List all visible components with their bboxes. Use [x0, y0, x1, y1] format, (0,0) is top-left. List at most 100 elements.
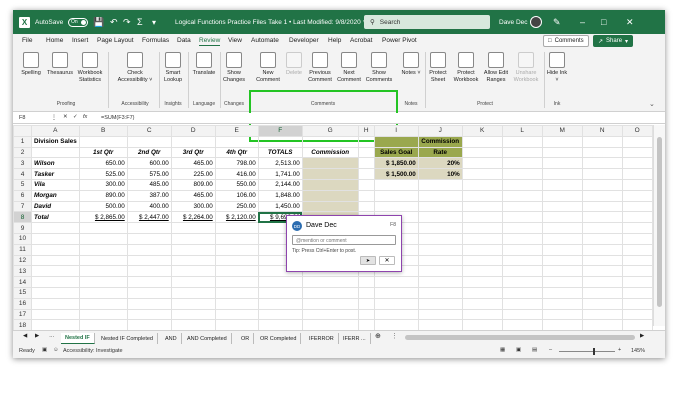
cell-j5[interactable] — [417, 178, 463, 191]
comment-input[interactable]: @mention or comment — [292, 235, 396, 245]
cell-e13[interactable] — [214, 265, 259, 278]
cell-m9[interactable] — [541, 222, 583, 234]
cell-n11[interactable] — [581, 243, 623, 256]
cell-b6[interactable]: 890.00 — [78, 189, 128, 202]
row-header[interactable]: 8 — [13, 211, 32, 224]
cell-j13[interactable] — [417, 265, 463, 278]
cell-b2[interactable]: 1st Qtr — [78, 146, 128, 159]
protect-sheet-button[interactable]: Protect Sheet — [426, 52, 450, 83]
cell-a7[interactable]: David — [31, 200, 80, 213]
cell-m5[interactable] — [541, 178, 583, 191]
cell-k1[interactable] — [461, 135, 503, 148]
customize-qat-icon[interactable]: ▾ — [152, 10, 156, 34]
cancel-icon[interactable]: ✕ — [63, 114, 68, 120]
cell-n14[interactable] — [581, 276, 623, 288]
show-changes-button[interactable]: Show Changes — [221, 52, 247, 83]
document-title[interactable]: Logical Functions Practice Files Take 1 … — [175, 18, 367, 26]
cell-e11[interactable] — [214, 243, 259, 256]
cell-a14[interactable] — [31, 276, 80, 288]
cell-n17[interactable] — [581, 308, 623, 321]
cell-l5[interactable] — [501, 178, 543, 191]
cell-g7[interactable] — [301, 200, 359, 213]
previous-comment-button[interactable]: Previous Comment — [306, 52, 334, 83]
cell-g1[interactable] — [301, 135, 359, 148]
cell-m3[interactable] — [541, 157, 583, 170]
cell-j17[interactable] — [417, 308, 463, 321]
cell-o12[interactable] — [621, 254, 653, 267]
autosum-icon[interactable]: Σ — [137, 10, 143, 34]
cell-i7[interactable] — [373, 200, 419, 213]
macro-recorder-icon[interactable]: ▣ — [42, 347, 47, 353]
cell-i4[interactable]: $ 1,500.00 — [373, 168, 419, 180]
cell-a5[interactable]: Vila — [31, 178, 80, 191]
cell-c1[interactable] — [126, 135, 172, 148]
cell-o17[interactable] — [621, 308, 653, 321]
enter-icon[interactable]: ✓ — [73, 114, 78, 120]
cell-e17[interactable] — [214, 308, 259, 321]
cell-n2[interactable] — [581, 146, 623, 159]
cell-h14[interactable] — [357, 276, 375, 288]
scroll-right-icon[interactable]: ▶ — [640, 333, 644, 339]
tab-view[interactable]: View — [228, 37, 242, 44]
minimize-icon[interactable]: – — [580, 10, 585, 34]
column-header-i[interactable]: I — [373, 125, 419, 137]
cell-f16[interactable] — [257, 297, 303, 310]
cell-i17[interactable] — [373, 308, 419, 321]
cell-d13[interactable] — [170, 265, 216, 278]
cell-l15[interactable] — [501, 286, 543, 299]
cell-n8[interactable] — [581, 211, 623, 224]
cell-m2[interactable] — [541, 146, 583, 159]
column-header-k[interactable]: K — [461, 125, 503, 137]
tab-automate[interactable]: Automate — [251, 37, 279, 44]
cell-o16[interactable] — [621, 297, 653, 310]
select-all-corner[interactable] — [13, 125, 32, 137]
cell-j15[interactable] — [417, 286, 463, 299]
new-comment-button[interactable]: New Comment — [253, 52, 283, 83]
tab-acrobat[interactable]: Acrobat — [350, 37, 372, 44]
redo-icon[interactable]: ↷ — [123, 10, 131, 34]
cell-c9[interactable] — [126, 222, 172, 234]
cell-c16[interactable] — [126, 297, 172, 310]
cell-b17[interactable] — [78, 308, 128, 321]
allow-edit-ranges-button[interactable]: Allow Edit Ranges — [481, 52, 511, 83]
cell-d1[interactable] — [170, 135, 216, 148]
cell-l3[interactable] — [501, 157, 543, 170]
cell-h16[interactable] — [357, 297, 375, 310]
cell-g16[interactable] — [301, 297, 359, 310]
row-header[interactable]: 3 — [13, 157, 32, 170]
cell-a4[interactable]: Tasker — [31, 168, 80, 180]
cell-c2[interactable]: 2nd Qtr — [126, 146, 172, 159]
cell-b11[interactable] — [78, 243, 128, 256]
cell-k3[interactable] — [461, 157, 503, 170]
add-sheet-icon[interactable]: ⊕ — [375, 332, 381, 340]
restore-icon[interactable]: □ — [601, 10, 606, 34]
cell-i16[interactable] — [373, 297, 419, 310]
cell-n1[interactable] — [581, 135, 623, 148]
tab-power-pivot[interactable]: Power Pivot — [382, 37, 417, 44]
spelling-button[interactable]: Spelling — [19, 52, 43, 77]
sheet-tab-and[interactable]: AND — [161, 333, 182, 344]
cell-e14[interactable] — [214, 276, 259, 288]
cell-k14[interactable] — [461, 276, 503, 288]
cell-o6[interactable] — [621, 189, 653, 202]
tab-help[interactable]: Help — [328, 37, 341, 44]
row-header[interactable]: 5 — [13, 178, 32, 191]
cell-d3[interactable]: 465.00 — [170, 157, 216, 170]
formula-input[interactable]: =SUM(F3:F7) — [101, 115, 134, 121]
name-box-dropdown-icon[interactable]: ⋮ — [51, 114, 57, 121]
cell-o15[interactable] — [621, 286, 653, 299]
cell-c17[interactable] — [126, 308, 172, 321]
cell-f7[interactable]: 1,450.00 — [257, 200, 303, 213]
cell-n4[interactable] — [581, 168, 623, 180]
cell-o8[interactable] — [621, 211, 653, 224]
cell-b16[interactable] — [78, 297, 128, 310]
row-header[interactable]: 16 — [13, 297, 32, 310]
cell-b8[interactable]: $ 2,865.00 — [78, 211, 128, 224]
tab-review[interactable]: Review — [199, 37, 221, 46]
column-header-b[interactable]: B — [78, 125, 128, 137]
cell-j8[interactable] — [417, 211, 463, 224]
cell-e6[interactable]: 106.00 — [214, 189, 259, 202]
cell-d5[interactable]: 809.00 — [170, 178, 216, 191]
sheet-tab-nested-if-completed[interactable]: Nested IF Completed — [97, 333, 158, 344]
cell-b3[interactable]: 650.00 — [78, 157, 128, 170]
